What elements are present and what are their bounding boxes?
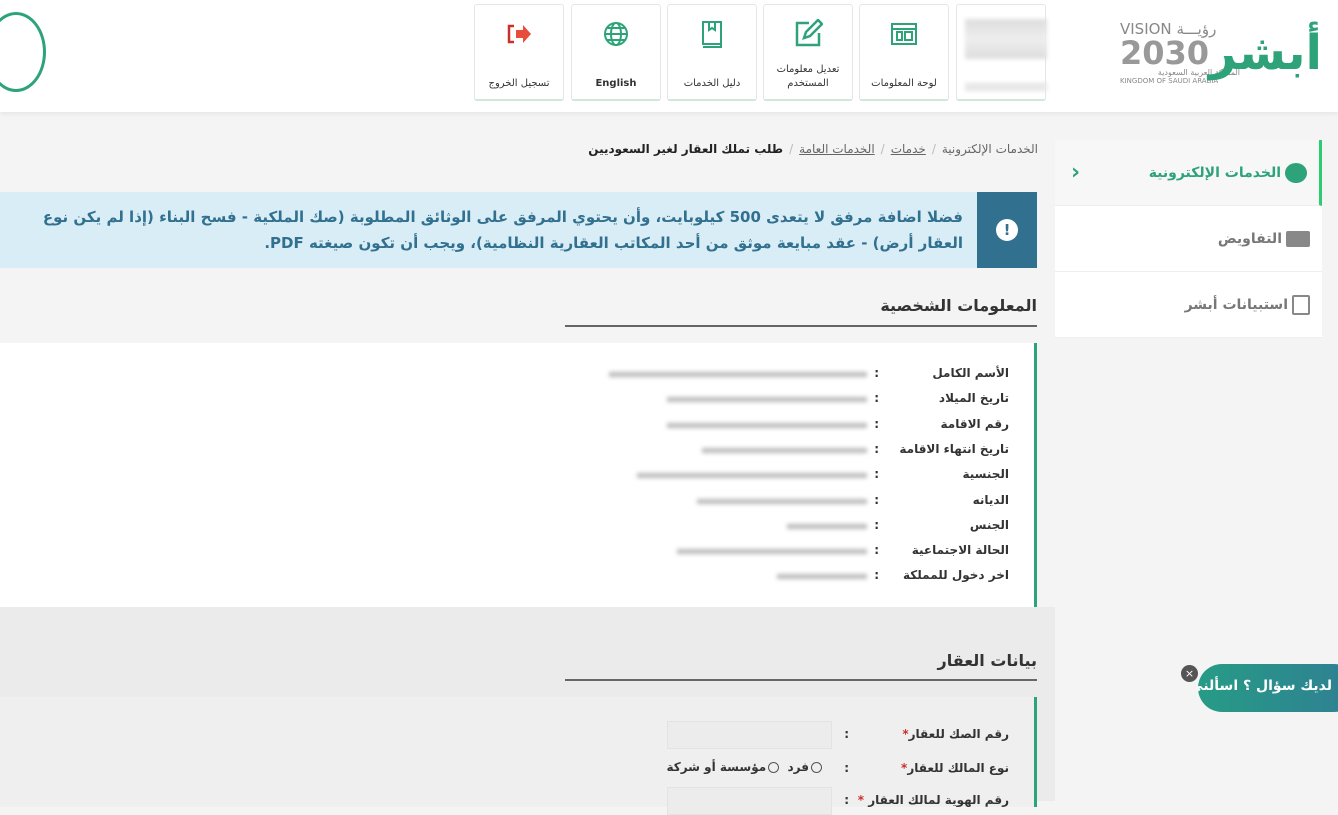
saudi-emblem-logo (0, 12, 46, 92)
colon: : (874, 568, 879, 583)
info-alert: ! فضلا اضافة مرفق لا يتعدى 500 كيلوبايت،… (0, 192, 1037, 268)
divider (565, 679, 1037, 681)
blurred-value (667, 397, 867, 403)
chevron-left-icon[interactable]: ‹ (1071, 160, 1080, 185)
colon: : (874, 467, 879, 482)
personal-info-row: الأسم الكامل: (9, 364, 1009, 384)
colon: : (874, 416, 879, 431)
sidebar-item-delegations[interactable]: التفاويض (1055, 206, 1322, 272)
blurred-user-id (965, 83, 1047, 91)
personal-info-panel: الأسم الكامل: تاريخ الميلاد: رقم الاقامة: ت… (0, 343, 1037, 607)
colon: : (874, 441, 879, 456)
property-form: رقم الصك للعقار*: نوع المالك للعقار*: فر… (0, 697, 1037, 815)
radio-individual[interactable] (811, 762, 822, 773)
radio-company[interactable] (768, 762, 780, 773)
field-label: تاريخ الميلاد (938, 391, 1009, 406)
personal-info-row: الجنسية: (9, 465, 1009, 485)
field-label: الأسم الكامل (932, 366, 1009, 380)
book-icon (702, 21, 722, 48)
blurred-user-name (965, 19, 1047, 59)
breadcrumb-eservices[interactable]: الخدمات الإلكترونية (942, 142, 1038, 156)
dashboard-button[interactable]: لوحة المعلومات (859, 4, 949, 101)
blurred-value (609, 372, 867, 377)
breadcrumb-general-services[interactable]: الخدمات العامة (799, 142, 875, 156)
sidebar-item-eservices[interactable]: الخدمات الإلكترونية ‹ (1055, 140, 1322, 206)
globe-icon (1285, 162, 1307, 183)
field-label: تاريخ انتهاء الاقامة (899, 441, 1009, 456)
blurred-value (667, 422, 867, 428)
personal-info-row: تاريخ الميلاد: (9, 389, 1009, 409)
colon: : (874, 517, 879, 532)
owner-type-row: نوع المالك للعقار*: فرد مؤسسة أو شركة (666, 760, 1009, 775)
exclamation-icon: ! (996, 219, 1018, 241)
field-label: الديانه (972, 492, 1009, 507)
sidebar-item-surveys[interactable]: استبيانات أبشر (1055, 272, 1322, 338)
edit-user-info-button[interactable]: تعديل معلومات المستخدم (763, 4, 853, 101)
personal-info-row: الجنس: (9, 516, 1009, 536)
property-info-title: بيانات العقار (937, 651, 1037, 670)
blurred-value (677, 549, 867, 555)
briefcase-icon (1286, 230, 1310, 247)
dashboard-icon (891, 23, 917, 45)
deed-number-input[interactable] (667, 721, 832, 749)
globe-icon (604, 22, 628, 46)
blurred-value (637, 473, 867, 479)
english-button[interactable]: English (571, 4, 661, 101)
personal-info-title: المعلومات الشخصية (880, 296, 1037, 315)
colon: : (874, 391, 879, 406)
logout-button[interactable]: تسجيل الخروج (474, 4, 564, 101)
blurred-value (702, 447, 867, 453)
logout-icon (507, 24, 531, 44)
clipboard-icon (1292, 294, 1310, 315)
field-label: رقم الاقامة (940, 416, 1009, 431)
user-profile-button[interactable] (956, 4, 1047, 101)
colon: : (874, 543, 879, 558)
chat-assistant-button[interactable]: لديك سؤال ؟ اسألني (1198, 664, 1338, 712)
personal-info-row: الحالة الاجتماعية: (9, 541, 1009, 561)
field-label: الجنسية (962, 467, 1009, 482)
header: تسجيل الخروج English دليل الخدمات تعديل … (0, 0, 1338, 112)
sidebar: الخدمات الإلكترونية ‹ التفاويض استبيانات … (1055, 140, 1322, 338)
breadcrumb-services[interactable]: خدمات (891, 142, 926, 156)
field-label: الجنس (969, 517, 1009, 532)
personal-info-row: رقم الاقامة: (9, 415, 1009, 435)
absher-logo: أبشر (1208, 25, 1322, 81)
blurred-value (777, 574, 867, 580)
field-label: الحالة الاجتماعية (911, 543, 1009, 558)
breadcrumb-current: طلب تملك العقار لغير السعوديين (588, 142, 784, 156)
breadcrumb: الخدمات الإلكترونية/خدمات/الخدمات العامة… (588, 142, 1038, 156)
colon: : (874, 366, 879, 380)
personal-info-row: الديانه: (9, 491, 1009, 511)
owner-id-input[interactable] (667, 787, 832, 815)
personal-info-row: اخر دخول للمملكة: (9, 566, 1009, 586)
deed-number-row: رقم الصك للعقار*: (9, 721, 1009, 749)
divider (565, 325, 1037, 327)
personal-info-row: تاريخ انتهاء الاقامة: (9, 440, 1009, 460)
services-guide-button[interactable]: دليل الخدمات (667, 4, 757, 101)
blurred-value (697, 498, 867, 504)
close-chat-icon[interactable]: × (1181, 665, 1198, 682)
colon: : (874, 492, 879, 507)
blurred-value (787, 523, 867, 529)
owner-id-row: رقم الهوية لمالك العقار *: (9, 787, 1009, 815)
field-label: اخر دخول للمملكة (903, 568, 1009, 583)
edit-icon (795, 19, 823, 47)
